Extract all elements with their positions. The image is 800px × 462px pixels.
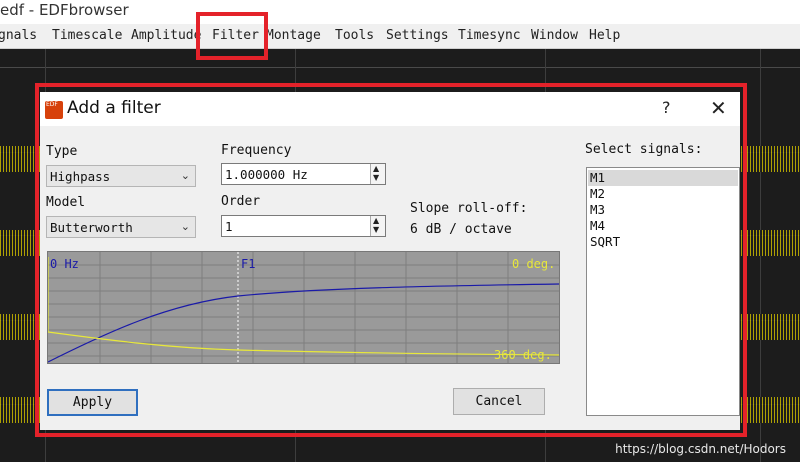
menu-timesync[interactable]: Timesync <box>458 28 521 43</box>
menu-help[interactable]: Help <box>589 28 620 43</box>
filter-menu-highlight <box>196 12 268 60</box>
menu-tools[interactable]: Tools <box>335 28 374 43</box>
menu-timescale[interactable]: Timescale <box>52 28 122 43</box>
menu-bar: gnals Timescale Amplitude Filter Montage… <box>0 24 800 49</box>
menu-settings[interactable]: Settings <box>386 28 449 43</box>
watermark: https://blog.csdn.net/Hodors <box>615 442 786 456</box>
window-titlebar: a.edf - EDFbrowser <box>0 0 800 24</box>
window-title: a.edf - EDFbrowser <box>0 1 129 19</box>
menu-signals[interactable]: gnals <box>0 28 37 43</box>
menu-amplitude[interactable]: Amplitude <box>131 28 201 43</box>
dialog-highlight <box>35 83 747 437</box>
menu-montage[interactable]: Montage <box>266 28 321 43</box>
menu-window[interactable]: Window <box>531 28 578 43</box>
